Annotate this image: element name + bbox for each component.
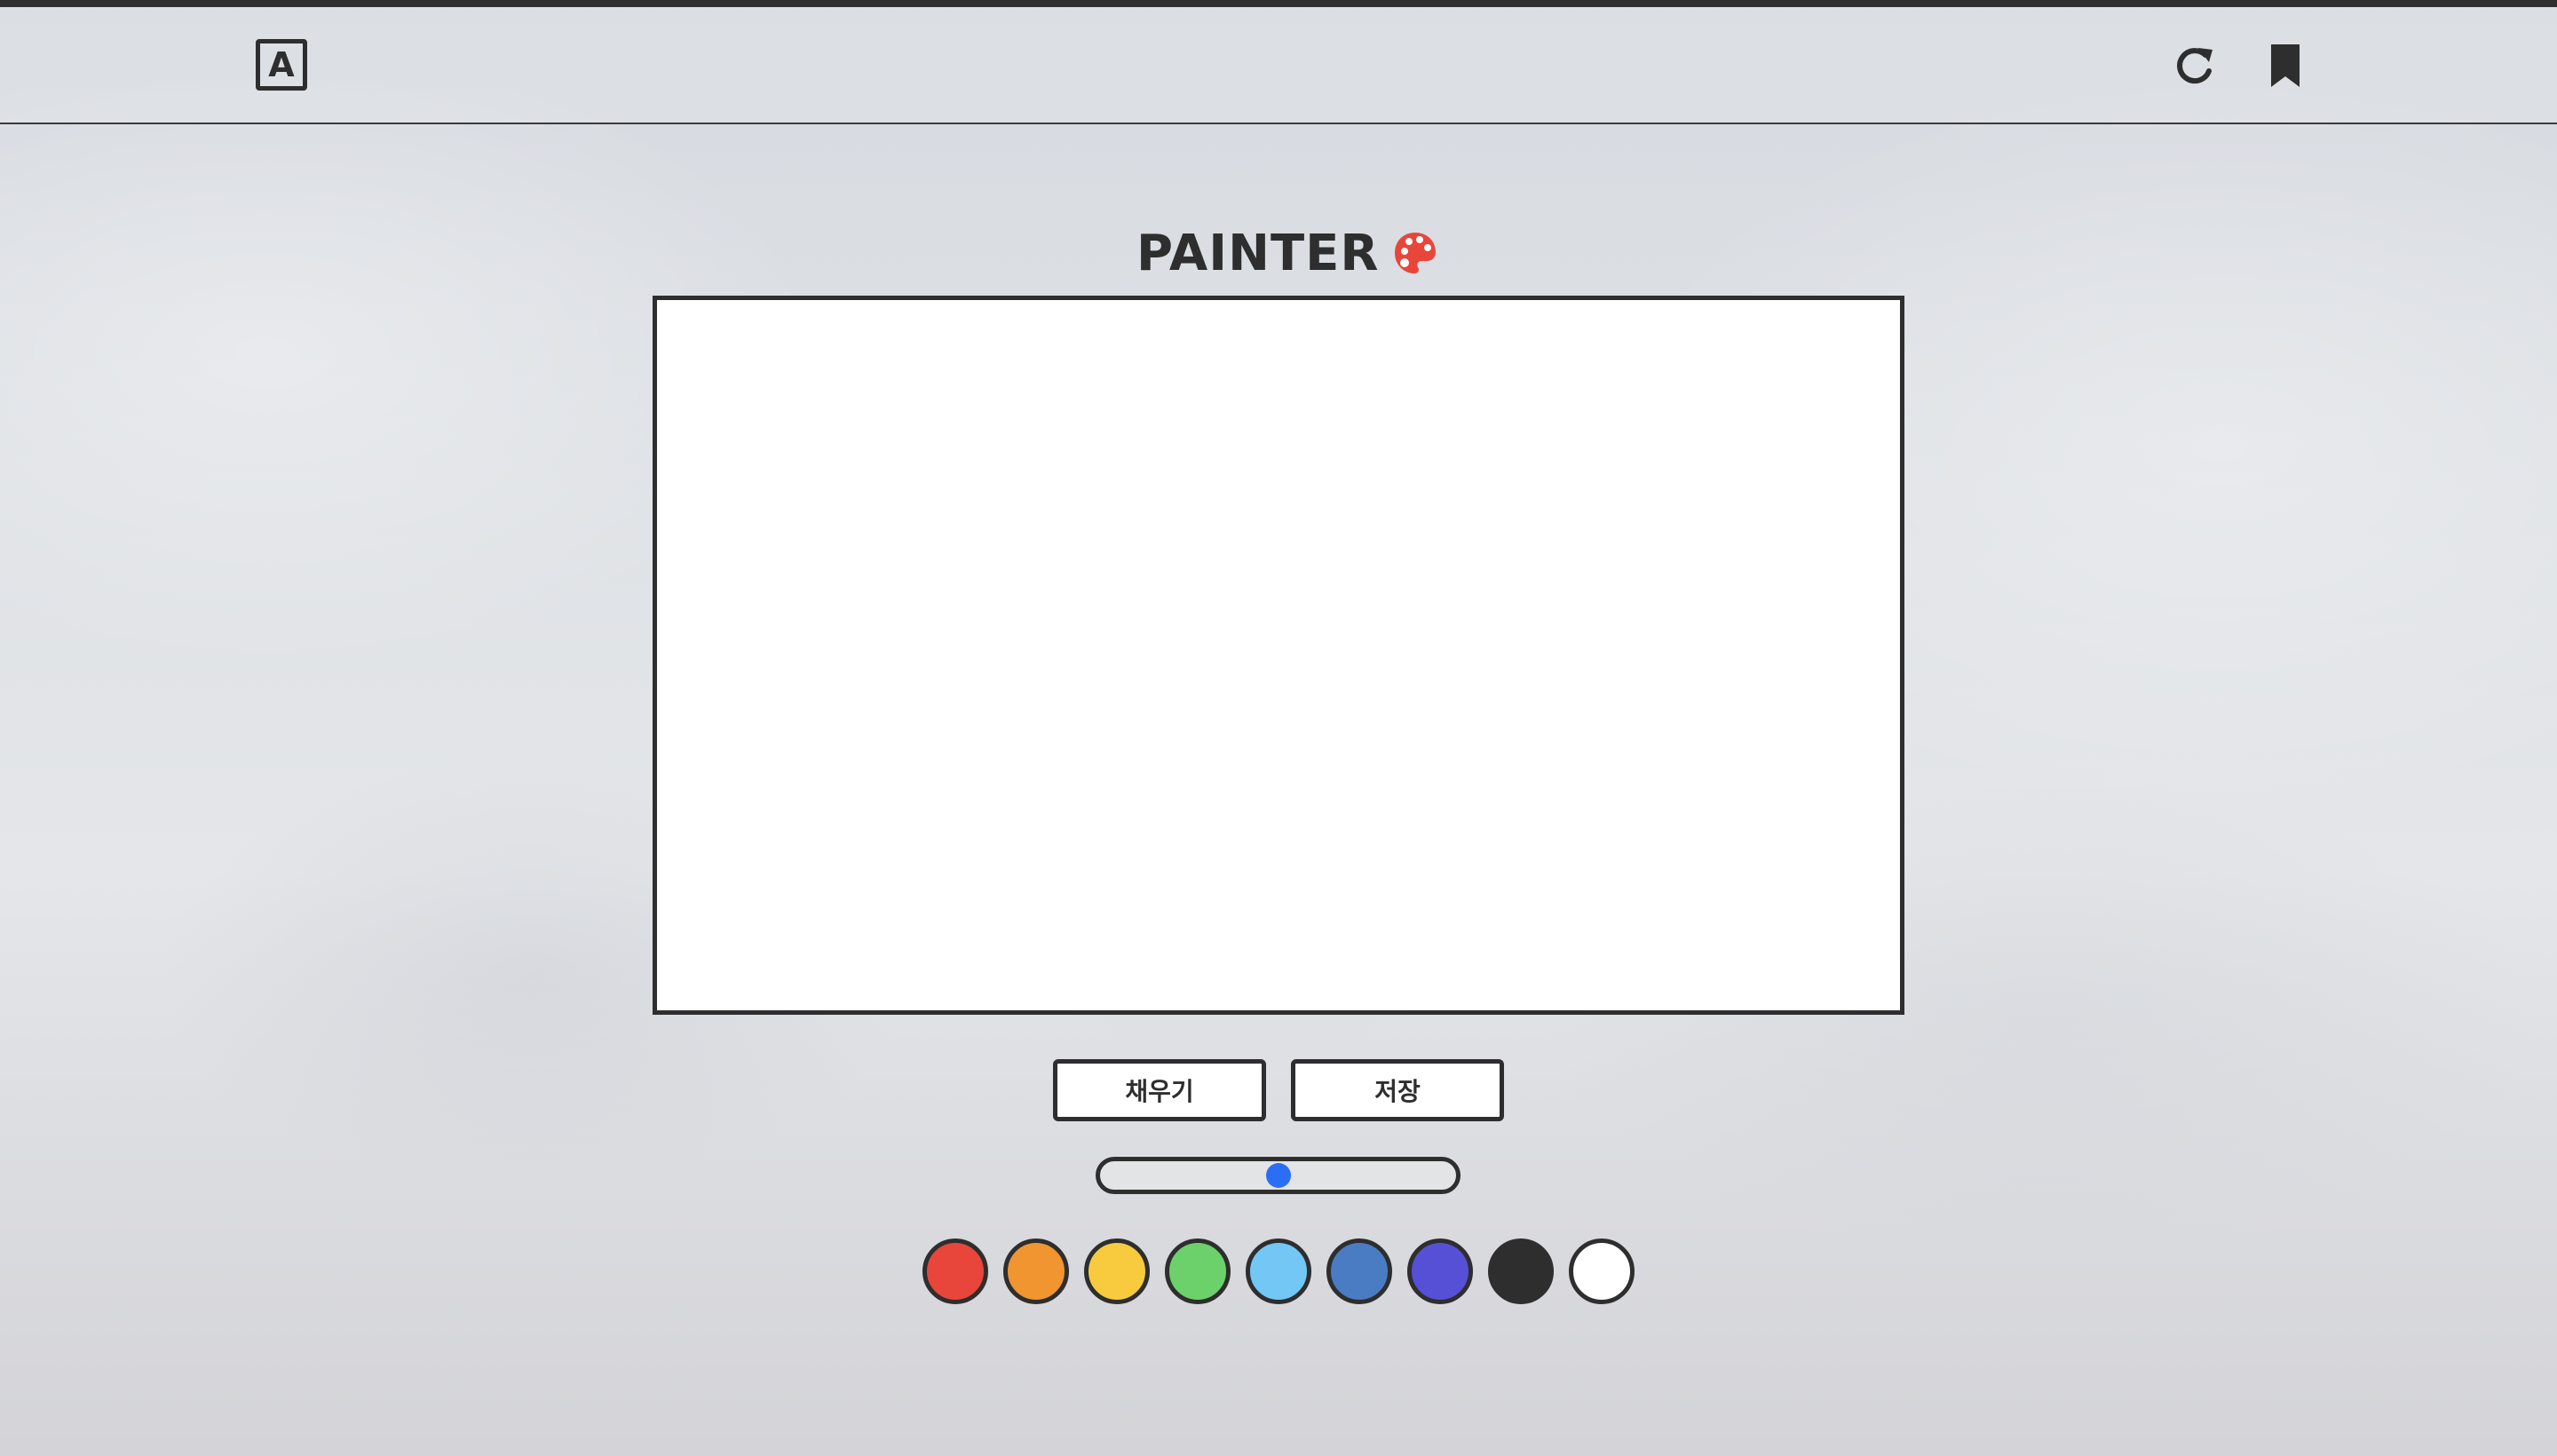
- slider-thumb[interactable]: [1265, 1163, 1291, 1188]
- color-swatch[interactable]: [1326, 1238, 1392, 1304]
- header: A: [0, 7, 2557, 124]
- page-title: PAINTER: [1136, 224, 1380, 282]
- save-button[interactable]: 저장: [1291, 1059, 1504, 1121]
- language-button[interactable]: A: [256, 39, 307, 91]
- color-swatch[interactable]: [1569, 1238, 1635, 1304]
- color-swatch[interactable]: [1003, 1238, 1069, 1304]
- palette-icon: [1394, 233, 1436, 273]
- drawing-canvas[interactable]: [653, 296, 1904, 1015]
- color-swatch[interactable]: [1165, 1238, 1231, 1304]
- color-swatch[interactable]: [1488, 1238, 1554, 1304]
- fill-button[interactable]: 채우기: [1053, 1059, 1266, 1121]
- color-swatch[interactable]: [1246, 1238, 1311, 1304]
- color-swatch[interactable]: [1084, 1238, 1150, 1304]
- save-button-label: 저장: [1374, 1077, 1421, 1106]
- color-swatch[interactable]: [1407, 1238, 1473, 1304]
- color-swatch[interactable]: [922, 1238, 988, 1304]
- bookmark-icon[interactable]: [2268, 43, 2303, 91]
- title-wrap: PAINTER: [1136, 222, 1438, 284]
- refresh-icon[interactable]: [2172, 43, 2216, 91]
- fill-button-label: 채우기: [1125, 1077, 1194, 1106]
- language-button-label: A: [268, 45, 295, 84]
- top-border: [0, 0, 2557, 7]
- color-swatches: [922, 1238, 1635, 1304]
- brush-size-slider[interactable]: [1096, 1157, 1461, 1194]
